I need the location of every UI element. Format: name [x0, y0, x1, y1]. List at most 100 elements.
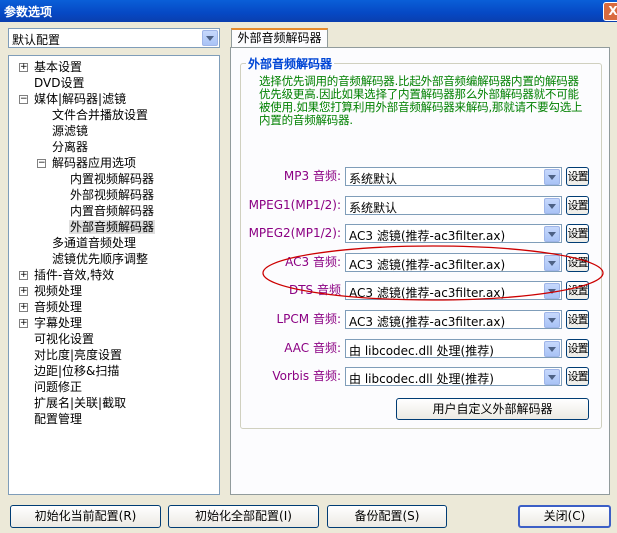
tree-item-label: DVD设置 — [34, 76, 85, 90]
init-all-config-button[interactable]: 初始化全部配置(I) — [168, 505, 319, 528]
decoder-label: MP3 音频: — [283, 169, 341, 183]
decoder-settings-button[interactable]: 设置 — [566, 224, 589, 244]
decoder-settings-button[interactable]: 设置 — [566, 310, 589, 329]
chevron-down-icon[interactable] — [544, 340, 560, 357]
decoder-settings-button[interactable]: 设置 — [566, 338, 589, 358]
tree-item-label: 音频处理 — [34, 300, 83, 314]
custom-decoder-button[interactable]: 用户自定义外部解码器 — [396, 398, 589, 420]
expand-icon[interactable]: + — [19, 319, 28, 328]
decoder-value: 由 libcodec.dll 处理(推荐) — [349, 343, 494, 358]
tree-item-label: 外部音频解码器 — [69, 220, 156, 234]
decoder-value: AC3 滤镜(推荐-ac3filter.ax) — [349, 229, 506, 244]
decoder-settings-button[interactable]: 设置 — [566, 281, 589, 301]
tree-item[interactable]: 文件合并播放设置 — [51, 107, 149, 123]
tree-item[interactable]: 分离器 — [51, 139, 89, 155]
tree-item-label: 滤镜优先顺序调整 — [52, 252, 149, 266]
tree-item-label: 边距|位移&扫描 — [34, 364, 120, 378]
tree-item-label: 内置音频解码器 — [70, 204, 155, 218]
tree-item-label: 插件-音效,特效 — [34, 268, 115, 282]
tree-item[interactable]: 滤镜优先顺序调整 — [51, 251, 149, 267]
decoder-dropdown[interactable]: 由 libcodec.dll 处理(推荐) — [345, 338, 562, 358]
window-title: 参数选项 — [4, 5, 53, 19]
tree-item[interactable]: 源滤镜 — [51, 123, 89, 139]
settings-tree[interactable]: + 基本设置 DVD设置 − 媒体|解码器|滤镜 文件合并播放设置 源滤镜 分离器 − 解码器应用… — [8, 55, 220, 495]
tree-item[interactable]: + 插件-音效,特效 — [19, 267, 115, 283]
tree-item-label: 字幕处理 — [34, 316, 83, 330]
backup-config-button[interactable]: 备份配置(S) — [327, 505, 447, 528]
decoder-settings-button[interactable]: 设置 — [566, 195, 589, 215]
tree-item[interactable]: 扩展名|关联|截取 — [33, 395, 127, 411]
expand-icon[interactable]: + — [19, 63, 28, 72]
tree-item-label: 问题修正 — [34, 380, 83, 394]
tree-item[interactable]: 外部音频解码器 — [69, 219, 156, 235]
decoder-dropdown[interactable]: AC3 滤镜(推荐-ac3filter.ax) — [345, 310, 562, 329]
title-bar: 参数选项 X — [0, 0, 617, 22]
decoder-label: MPEG2(MP1/2): — [248, 226, 341, 241]
close-window-button[interactable]: X — [603, 2, 617, 21]
tree-item[interactable]: + 音频处理 — [19, 299, 83, 315]
tree-item[interactable]: − 解码器应用选项 — [37, 155, 137, 171]
group-title: 外部音频解码器 — [246, 55, 335, 72]
decoder-dropdown[interactable]: AC3 滤镜(推荐-ac3filter.ax) — [345, 224, 562, 244]
decoder-dropdown[interactable]: 由 libcodec.dll 处理(推荐) — [345, 367, 562, 387]
tree-item[interactable]: 配置管理 — [33, 411, 83, 427]
tree-item[interactable]: + 基本设置 — [19, 59, 83, 75]
init-current-config-button[interactable]: 初始化当前配置(R) — [10, 505, 161, 528]
decoder-label: LPCM 音频: — [276, 312, 341, 326]
close-button[interactable]: 关闭(C) — [518, 505, 611, 528]
tree-item-label: 视频处理 — [34, 284, 83, 298]
chevron-down-icon[interactable] — [202, 30, 218, 46]
tree-item-label: 解码器应用选项 — [52, 156, 137, 170]
tree-item-label: 内置视频解码器 — [70, 172, 155, 186]
expand-icon[interactable]: + — [19, 287, 28, 296]
tree-item-label: 外部视频解码器 — [70, 188, 155, 202]
collapse-icon[interactable]: − — [37, 159, 46, 168]
tree-item-label: 媒体|解码器|滤镜 — [34, 92, 127, 106]
tree-item[interactable]: 可视化设置 — [33, 331, 95, 347]
tree-item[interactable]: DVD设置 — [33, 75, 85, 91]
decoder-label: DTS 音频 — [288, 283, 341, 298]
chevron-down-icon[interactable] — [544, 169, 560, 185]
tree-item-label: 多通道音频处理 — [52, 236, 137, 250]
tree-item[interactable]: 外部视频解码器 — [69, 187, 155, 203]
decoder-dropdown[interactable]: AC3 滤镜(推荐-ac3filter.ax) — [345, 281, 562, 301]
chevron-down-icon[interactable] — [544, 226, 560, 243]
tree-item-label: 分离器 — [52, 140, 89, 154]
decoder-dropdown[interactable]: AC3 滤镜(推荐-ac3filter.ax) — [345, 252, 562, 272]
tree-item[interactable]: 多通道音频处理 — [51, 235, 137, 251]
tree-item-label: 源滤镜 — [52, 124, 89, 138]
decoder-value: AC3 滤镜(推荐-ac3filter.ax) — [349, 286, 506, 301]
decoder-dropdown[interactable]: 系统默认 — [345, 167, 562, 186]
decoder-dropdown[interactable]: 系统默认 — [345, 195, 562, 215]
decoder-label: AC3 音频: — [285, 254, 341, 269]
profile-dropdown[interactable]: 默认配置 — [8, 28, 220, 48]
tree-item-label: 配置管理 — [34, 412, 83, 426]
tree-item[interactable]: 边距|位移&扫描 — [33, 363, 120, 379]
tree-item-label: 文件合并播放设置 — [52, 108, 149, 122]
tree-item[interactable]: 对比度|亮度设置 — [33, 347, 123, 363]
chevron-down-icon[interactable] — [544, 197, 560, 214]
tree-item-label: 可视化设置 — [34, 332, 95, 346]
chevron-down-icon[interactable] — [544, 312, 560, 328]
decoder-settings-button[interactable]: 设置 — [566, 252, 589, 272]
tree-item[interactable]: + 视频处理 — [19, 283, 83, 299]
decoder-label: MPEG1(MP1/2): — [248, 197, 341, 212]
decoder-label: AAC 音频: — [284, 340, 341, 355]
decoder-settings-button[interactable]: 设置 — [566, 167, 589, 186]
tab-external-audio-decoder[interactable]: 外部音频解码器 — [231, 28, 328, 48]
tree-item[interactable]: + 字幕处理 — [19, 315, 83, 331]
tree-item[interactable]: 问题修正 — [33, 379, 83, 395]
expand-icon[interactable]: + — [19, 271, 28, 280]
decoder-settings-button[interactable]: 设置 — [566, 367, 589, 387]
chevron-down-icon[interactable] — [544, 369, 560, 386]
decoder-value: 系统默认 — [349, 200, 398, 215]
tree-item-label: 对比度|亮度设置 — [34, 348, 123, 362]
chevron-down-icon[interactable] — [544, 283, 560, 300]
expand-icon[interactable]: + — [19, 303, 28, 312]
tree-item[interactable]: − 媒体|解码器|滤镜 — [19, 91, 127, 107]
chevron-down-icon[interactable] — [544, 254, 560, 271]
tree-item[interactable]: 内置音频解码器 — [69, 203, 155, 219]
collapse-icon[interactable]: − — [19, 95, 28, 104]
tree-item[interactable]: 内置视频解码器 — [69, 171, 155, 187]
decoder-value: 由 libcodec.dll 处理(推荐) — [349, 372, 494, 387]
